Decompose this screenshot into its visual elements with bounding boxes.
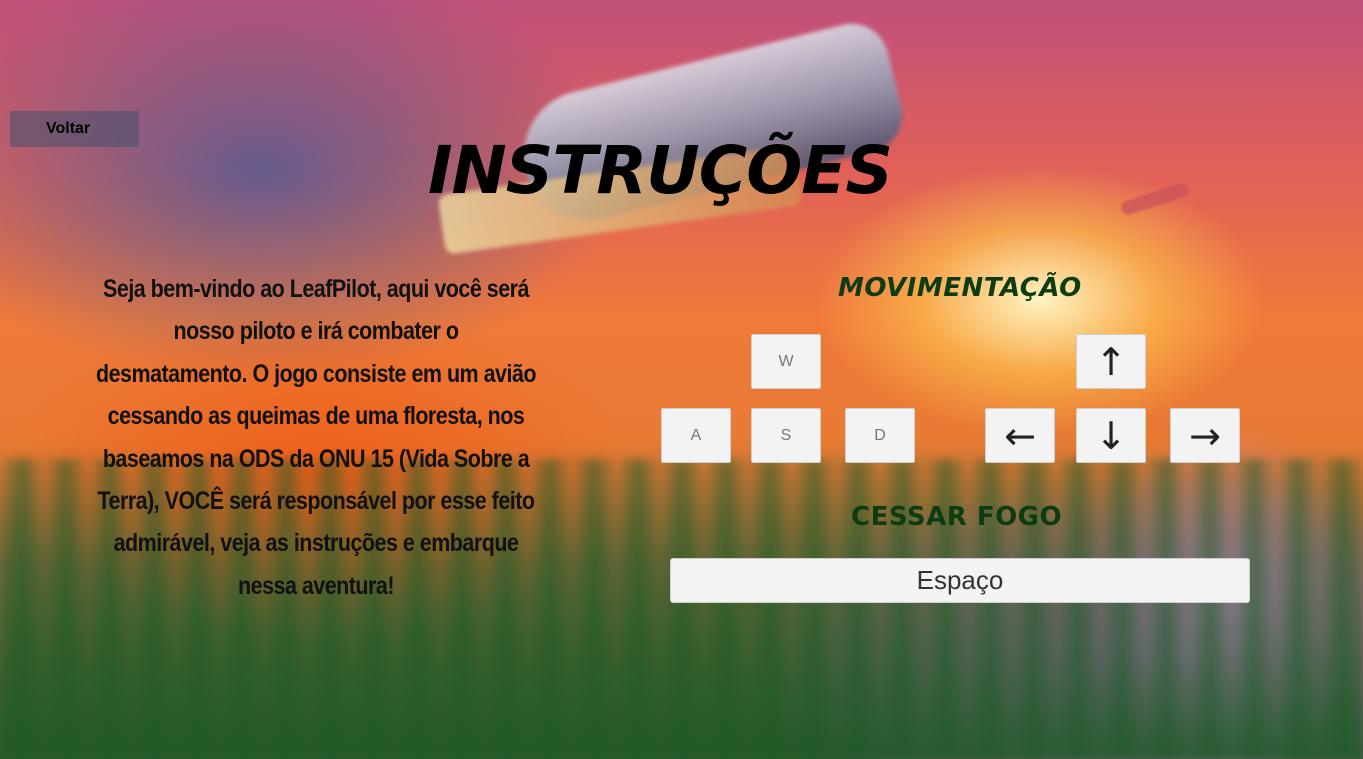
key-s[interactable]: S (751, 408, 821, 463)
key-d[interactable]: D (845, 408, 915, 463)
back-button-label: Voltar (46, 120, 91, 137)
arrow-up-key[interactable]: ↑ (1076, 334, 1146, 389)
intro-text: Seja bem-vindo ao LeafPilot, aqui você s… (95, 275, 537, 600)
arrow-right-key[interactable]: → (1170, 408, 1240, 463)
page-title: INSTRUÇÕES (428, 132, 893, 209)
movement-title: MOVIMENTAÇÃO (838, 273, 1082, 303)
arrow-left-key[interactable]: ← (985, 408, 1055, 463)
arrow-down-key[interactable]: ↓ (1076, 408, 1146, 463)
key-w[interactable]: W (751, 334, 821, 389)
back-button[interactable]: Voltar (10, 111, 139, 147)
space-key[interactable]: Espaço (670, 558, 1250, 603)
key-a[interactable]: A (661, 408, 731, 463)
distant-airplane-illustration (1119, 181, 1191, 217)
fire-title: CESSAR FOGO (851, 502, 1063, 532)
